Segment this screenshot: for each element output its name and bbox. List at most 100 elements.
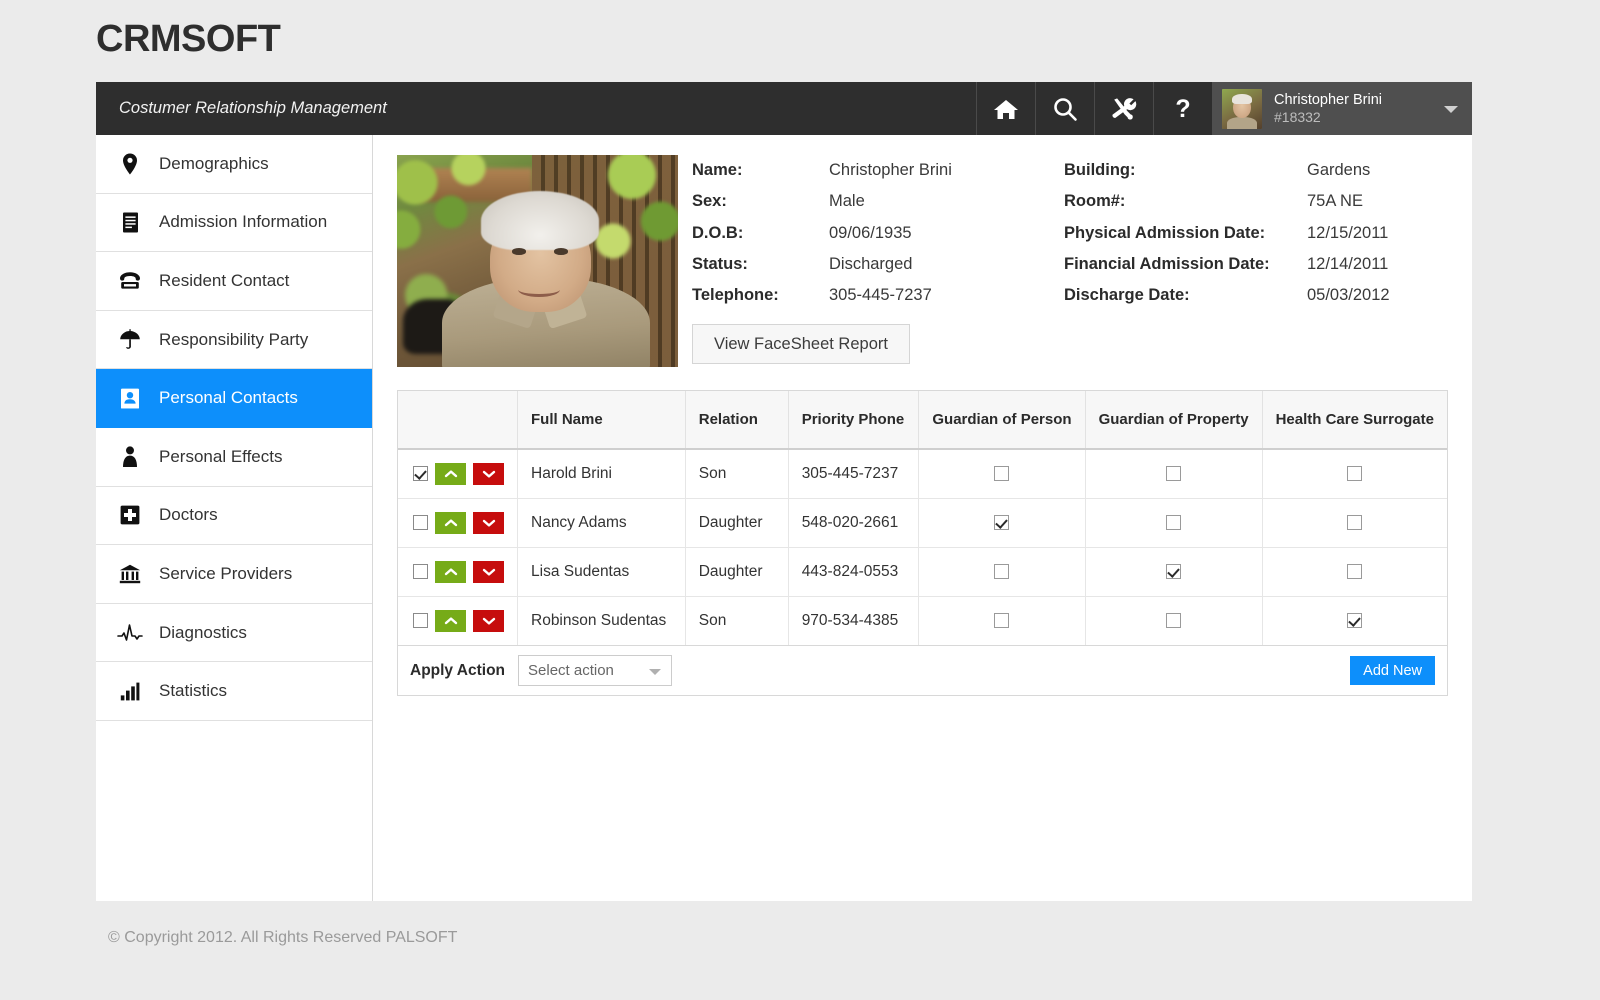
tools-icon bbox=[1111, 96, 1137, 122]
patient-summary: Name: Christopher Brini Sex: Male D.O.B:… bbox=[397, 155, 1448, 367]
home-icon bbox=[993, 97, 1019, 121]
copyright-footer: © Copyright 2012. All Rights Reserved PA… bbox=[108, 929, 458, 946]
move-up-button[interactable] bbox=[435, 462, 466, 485]
row-select-checkbox[interactable] bbox=[413, 466, 428, 482]
sidebar: Demographics Admission Information Resid… bbox=[96, 135, 373, 901]
field-label: Telephone: bbox=[692, 286, 779, 305]
row-select-checkbox[interactable] bbox=[413, 564, 428, 579]
cell-full-name: Harold Brini bbox=[517, 449, 686, 499]
chevron-down-icon bbox=[482, 469, 496, 479]
sidebar-item-demographics[interactable]: Demographics bbox=[96, 135, 372, 194]
guardian-of-property-checkbox[interactable] bbox=[1166, 466, 1182, 482]
move-up-button[interactable] bbox=[435, 609, 466, 632]
guardian-of-property-checkbox[interactable] bbox=[1166, 563, 1182, 579]
guardian-of-property-checkbox[interactable] bbox=[1166, 613, 1182, 629]
health-care-surrogate-checkbox[interactable] bbox=[1347, 613, 1363, 629]
field-row: Telephone: 305-445-7237 bbox=[692, 280, 1064, 311]
field-value: Discharged bbox=[829, 255, 913, 274]
help-icon: ? bbox=[1170, 96, 1196, 122]
move-down-button[interactable] bbox=[473, 609, 504, 632]
move-down-button[interactable] bbox=[473, 511, 504, 534]
row-select-checkbox[interactable] bbox=[413, 515, 428, 530]
sidebar-item-admission-information[interactable]: Admission Information bbox=[96, 194, 372, 253]
select-action-value: Select action bbox=[528, 662, 614, 679]
sidebar-item-service-providers[interactable]: Service Providers bbox=[96, 545, 372, 604]
cell-relation: Daughter bbox=[685, 547, 789, 597]
chevron-down-icon bbox=[482, 518, 496, 528]
field-label: Discharge Date: bbox=[1064, 286, 1190, 305]
cell-guardian-of-property bbox=[1085, 547, 1263, 597]
cell-priority-phone: 443-824-0553 bbox=[788, 547, 920, 597]
cell-relation: Daughter bbox=[685, 498, 789, 548]
chevron-up-icon bbox=[444, 518, 458, 528]
sidebar-item-personal-effects[interactable]: Personal Effects bbox=[96, 428, 372, 487]
sidebar-item-personal-contacts[interactable]: Personal Contacts bbox=[96, 369, 372, 428]
cell-health-care-surrogate bbox=[1262, 596, 1447, 645]
person-icon bbox=[115, 446, 145, 468]
bar-chart-icon bbox=[115, 682, 145, 701]
field-value: 12/15/2011 bbox=[1307, 223, 1389, 242]
cell-guardian-of-property bbox=[1085, 498, 1263, 548]
brand-logo: CRMSOFT bbox=[96, 18, 281, 60]
top-bar: Costumer Relationship Management ? Chris… bbox=[96, 82, 1472, 135]
cell-health-care-surrogate bbox=[1262, 498, 1447, 548]
help-button[interactable]: ? bbox=[1153, 82, 1212, 135]
field-value: 09/06/1935 bbox=[829, 223, 912, 242]
cell-priority-phone: 305-445-7237 bbox=[788, 449, 920, 499]
sidebar-item-statistics[interactable]: Statistics bbox=[96, 662, 372, 721]
chevron-down-icon[interactable] bbox=[1444, 105, 1458, 113]
move-down-button[interactable] bbox=[473, 462, 504, 485]
sidebar-item-doctors[interactable]: Doctors bbox=[96, 487, 372, 546]
cell-full-name: Lisa Sudentas bbox=[517, 547, 686, 597]
search-button[interactable] bbox=[1035, 82, 1094, 135]
sidebar-item-responsibility-party[interactable]: Responsibility Party bbox=[96, 311, 372, 370]
sidebar-item-label: Resident Contact bbox=[159, 270, 290, 290]
guardian-of-person-checkbox[interactable] bbox=[994, 514, 1010, 530]
document-icon bbox=[115, 212, 145, 233]
cell-guardian-of-person bbox=[918, 449, 1086, 499]
field-label: Status: bbox=[692, 255, 748, 274]
guardian-of-person-checkbox[interactable] bbox=[994, 466, 1010, 482]
health-care-surrogate-checkbox[interactable] bbox=[1347, 466, 1363, 482]
move-up-button[interactable] bbox=[435, 560, 466, 583]
row-actions-cell bbox=[398, 498, 518, 548]
user-menu[interactable]: Christopher Brini #18332 bbox=[1212, 82, 1472, 135]
app-body: Demographics Admission Information Resid… bbox=[96, 135, 1472, 901]
guardian-of-property-checkbox[interactable] bbox=[1166, 514, 1182, 530]
table-body: Harold Brini Son 305-445-7237 Nancy Adam… bbox=[398, 449, 1447, 645]
main-content: Name: Christopher Brini Sex: Male D.O.B:… bbox=[373, 135, 1472, 901]
cell-health-care-surrogate bbox=[1262, 547, 1447, 597]
field-row: Room#: 75A NE bbox=[1064, 186, 1448, 217]
app-subtitle: Costumer Relationship Management bbox=[119, 99, 387, 117]
cell-guardian-of-person bbox=[918, 596, 1086, 645]
move-down-button[interactable] bbox=[473, 560, 504, 583]
telephone-icon bbox=[115, 271, 145, 290]
health-care-surrogate-checkbox[interactable] bbox=[1347, 514, 1363, 530]
map-pin-icon bbox=[115, 153, 145, 175]
cell-relation: Son bbox=[685, 449, 789, 499]
user-id: #18332 bbox=[1274, 108, 1321, 125]
field-value: Christopher Brini bbox=[829, 161, 952, 180]
move-up-button[interactable] bbox=[435, 511, 466, 534]
chevron-down-icon bbox=[482, 567, 496, 577]
add-new-button[interactable]: Add New bbox=[1350, 656, 1435, 685]
sidebar-item-label: Service Providers bbox=[159, 563, 293, 583]
table-row: Robinson Sudentas Son 970-534-4385 bbox=[398, 596, 1447, 645]
row-select-checkbox[interactable] bbox=[413, 613, 428, 629]
select-action-dropdown[interactable]: Select action bbox=[518, 655, 673, 686]
field-label: Name: bbox=[692, 161, 743, 180]
field-row: Discharge Date: 05/03/2012 bbox=[1064, 280, 1448, 311]
tools-button[interactable] bbox=[1094, 82, 1153, 135]
health-care-surrogate-checkbox[interactable] bbox=[1347, 563, 1363, 579]
guardian-of-person-checkbox[interactable] bbox=[994, 613, 1010, 629]
chevron-up-icon bbox=[444, 469, 458, 479]
field-value: 05/03/2012 bbox=[1307, 286, 1390, 305]
sidebar-item-diagnostics[interactable]: Diagnostics bbox=[96, 604, 372, 663]
sidebar-item-resident-contact[interactable]: Resident Contact bbox=[96, 252, 372, 311]
guardian-of-person-checkbox[interactable] bbox=[994, 563, 1010, 579]
patient-fields-left: Name: Christopher Brini Sex: Male D.O.B:… bbox=[692, 155, 1064, 367]
view-facesheet-report-button[interactable]: View FaceSheet Report bbox=[692, 324, 910, 365]
field-value: Gardens bbox=[1307, 161, 1371, 180]
cell-guardian-of-person bbox=[918, 498, 1086, 548]
home-button[interactable] bbox=[976, 82, 1035, 135]
